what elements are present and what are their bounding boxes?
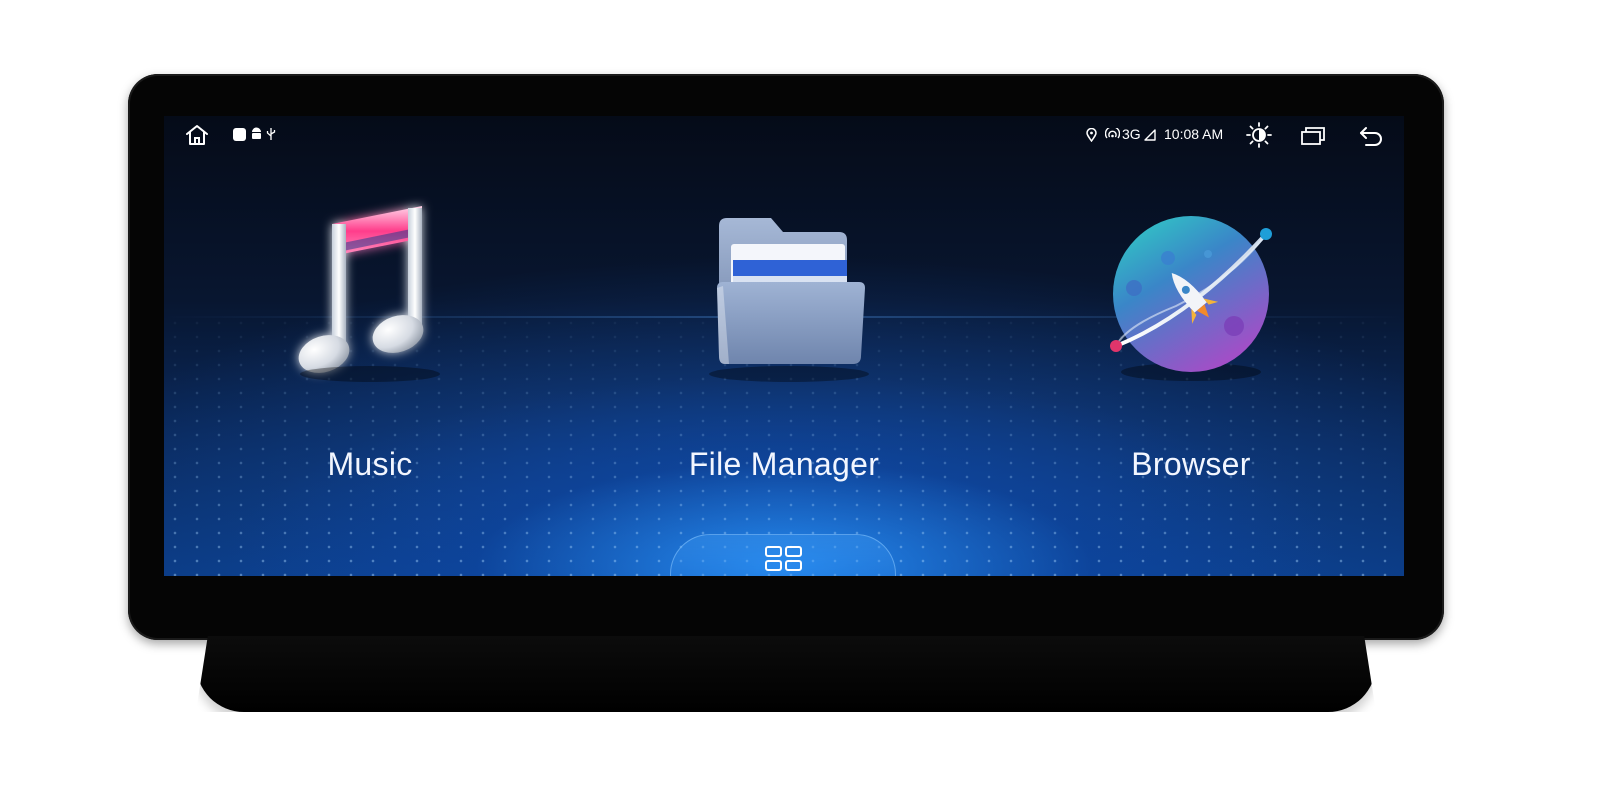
music-note-icon bbox=[280, 196, 460, 386]
app-file-manager[interactable]: File Manager bbox=[634, 196, 934, 496]
app-label-file-manager: File Manager bbox=[688, 446, 880, 482]
app-label-browser: Browser bbox=[1131, 446, 1251, 482]
app-browser[interactable]: Browser bbox=[1041, 196, 1341, 496]
app-drawer-tab[interactable] bbox=[670, 534, 896, 576]
back-icon[interactable] bbox=[1356, 123, 1386, 149]
status-bar: 3G 10:08 AM bbox=[164, 116, 1404, 154]
home-screen: 3G 10:08 AM Music File Manager Browser bbox=[164, 116, 1404, 576]
network-type: 3G bbox=[1122, 126, 1141, 142]
hotspot-icon bbox=[1104, 127, 1120, 143]
home-icon[interactable] bbox=[182, 122, 212, 148]
android-icon bbox=[250, 126, 262, 142]
app-label-music: Music bbox=[327, 446, 413, 482]
planet-rocket-icon bbox=[1096, 196, 1286, 386]
app-grid-icon bbox=[764, 545, 804, 576]
location-icon bbox=[1084, 127, 1098, 143]
notification-square-icon bbox=[232, 127, 246, 141]
app-music[interactable]: Music bbox=[220, 196, 520, 496]
signal-icon bbox=[1143, 128, 1157, 142]
folder-icon bbox=[689, 196, 879, 386]
clock: 10:08 AM bbox=[1164, 126, 1224, 142]
head-unit-stand bbox=[196, 636, 1376, 712]
usb-icon bbox=[265, 126, 277, 142]
recent-apps-icon[interactable] bbox=[1298, 124, 1328, 148]
brightness-icon[interactable] bbox=[1244, 121, 1274, 149]
